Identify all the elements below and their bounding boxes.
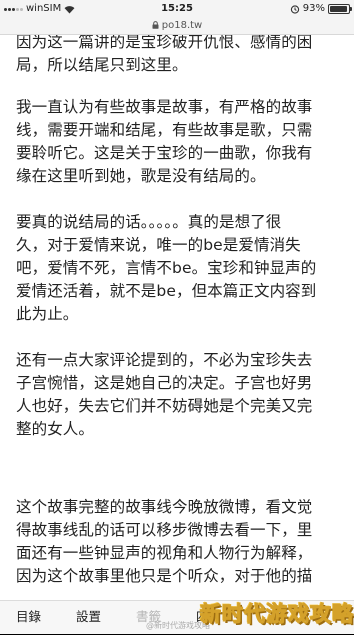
paragraph-4: 还有一点大家评论提到的，不必为宝珍失去 子宫惋惜，这是她自己的决定。子宫也好男 …: [16, 351, 313, 438]
battery-icon: [328, 4, 352, 14]
battery-percentage: 93%: [302, 3, 325, 14]
page-url: po18.tw: [161, 20, 203, 31]
watermark-logo: 新时代游戏攻略: [200, 602, 354, 627]
lock-icon: [152, 21, 159, 29]
paragraph-2: 我一直认为有些故事是故事，有严格的故事 线，需要开端和结尾，有些故事是歌，只需 …: [16, 98, 313, 185]
status-bar: winSIM 15:25 93%: [0, 0, 354, 18]
settings-button[interactable]: 設置: [76, 601, 101, 635]
paragraph-5: 这个故事完整的故事线今晚放微博，看文觉 得故事线乱的话可以移步微博去看一下，里 …: [16, 498, 313, 585]
paragraph-1: 因为这一篇讲的是宝珍破开仇恨、感情的困 局，所以结尾只到这里。: [16, 35, 313, 74]
reading-content[interactable]: 因为这一篇讲的是宝珍破开仇恨、感情的困 局，所以结尾只到这里。 我一直认为有些故…: [0, 35, 354, 600]
table-of-contents-button[interactable]: 目錄: [16, 601, 41, 635]
paragraph-3: 要真的说结局的话。。。。。真的是想了很 久，对于爱情来说，唯一的be是爱情消失 …: [16, 213, 317, 323]
address-bar[interactable]: po18.tw: [0, 18, 354, 35]
status-right: 93%: [290, 0, 352, 18]
alarm-icon: [290, 5, 299, 14]
